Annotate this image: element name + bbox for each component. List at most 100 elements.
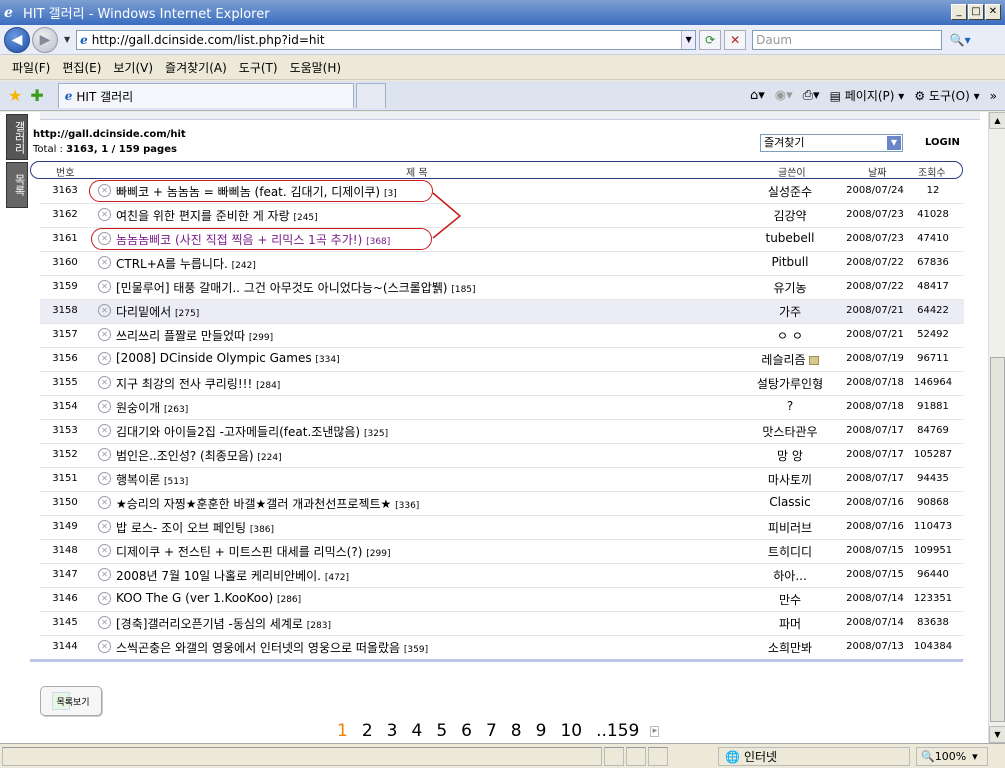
menu-favorites[interactable]: 즐겨찾기(A) (159, 59, 233, 76)
menu-view[interactable]: 보기(V) (107, 59, 159, 76)
tools-menu[interactable]: ⚙ 도구(O) ▾ (914, 87, 979, 104)
row-title: ★승리의 자찡★훈훈한 바갤★갤러 개과천선프로젝트★ (116, 497, 392, 511)
table-row[interactable]: 3156 ✕ [2008] DCinside Olympic Games [334]… (40, 348, 964, 372)
row-author[interactable]: 트히디디 (740, 543, 840, 560)
search-icon[interactable]: 🔍▾ (945, 30, 975, 50)
table-row[interactable]: 3146 ✕ KOO The G (ver 1.KooKoo) [286] 만수 200… (40, 588, 964, 612)
security-zone[interactable]: 🌐 인터넷 (718, 747, 910, 766)
new-tab-button[interactable] (355, 83, 386, 108)
history-dropdown-icon[interactable]: ▼ (64, 35, 70, 44)
address-dropdown-icon[interactable]: ▼ (681, 30, 696, 49)
list-view-button[interactable]: 목록보기 (40, 686, 102, 716)
row-title-link[interactable]: 김대기와 아이들2집 -고자메들리(feat.조낸많음) [325] (116, 423, 388, 440)
row-title-link[interactable]: [경축]갤러리오픈기념 -동심의 세계로 [283] (116, 615, 331, 632)
table-row[interactable]: 3152 ✕ 범인은..조인성? (최종모음) [224] 망 앙 2008/07/17… (40, 444, 964, 468)
close-button[interactable]: ✕ (985, 4, 1001, 20)
page-link[interactable]: 9 (531, 721, 552, 741)
row-title-link[interactable]: 2008년 7월 10일 나홀로 케리비안베이. [472] (116, 567, 349, 584)
row-author[interactable]: 레슬리즘 (740, 351, 840, 368)
post-type-icon: ✕ (98, 640, 111, 653)
row-author[interactable]: Classic (740, 495, 840, 509)
row-author[interactable]: 소희만봐 (740, 639, 840, 656)
zoom-control[interactable]: 🔍 100% ▾ (916, 747, 988, 766)
forward-button[interactable]: ▶ (32, 26, 58, 53)
maximize-button[interactable]: □ (968, 4, 984, 20)
row-title-link[interactable]: KOO The G (ver 1.KooKoo) [286] (116, 591, 301, 605)
page-icon: e (80, 32, 88, 47)
row-author[interactable]: 유기농 (740, 279, 840, 296)
page-link[interactable]: 6 (456, 721, 477, 741)
row-author[interactable]: 가주 (740, 303, 840, 320)
page-link[interactable]: 4 (406, 721, 427, 741)
table-row[interactable]: 3147 ✕ 2008년 7월 10일 나홀로 케리비안베이. [472] 하아...… (40, 564, 964, 588)
table-row[interactable]: 3159 ✕ [민물루어] 태풍 갈매기.. 그건 아무것도 아니었다능~(스크롤압… (40, 276, 964, 300)
table-row[interactable]: 3155 ✕ 지구 최강의 전사 쿠리링!!! [284] 설탕가루인형 2008/07… (40, 372, 964, 396)
page-link[interactable]: 3 (382, 721, 403, 741)
page-link[interactable]: 5 (431, 721, 452, 741)
search-input[interactable]: Daum (752, 29, 943, 50)
row-title-link[interactable]: ★승리의 자찡★훈훈한 바갤★갤러 개과천선프로젝트★ [336] (116, 495, 419, 512)
row-title-link[interactable]: [민물루어] 태풍 갈매기.. 그건 아무것도 아니었다능~(스크롤압뷁) [1… (116, 279, 476, 296)
table-row[interactable]: 3144 ✕ 스씩곤충은 와갤의 영웅에서 인터넷의 영웅으로 떠올랐음 [359]… (40, 636, 964, 660)
refresh-button[interactable]: ⟳ (699, 29, 722, 50)
row-author[interactable]: ? (740, 399, 840, 413)
feeds-icon[interactable]: ◉▾ (775, 88, 793, 103)
menu-tools[interactable]: 도구(T) (233, 59, 284, 76)
page-link[interactable]: 7 (481, 721, 502, 741)
row-author[interactable]: 피비러브 (740, 519, 840, 536)
row-title-link[interactable]: 다리밑에서 [275] (116, 303, 199, 320)
row-title-link[interactable]: 원숭이개 [263] (116, 399, 188, 416)
row-author[interactable]: 마사토끼 (740, 471, 840, 488)
menu-file[interactable]: 파일(F) (6, 59, 56, 76)
table-row[interactable]: 3154 ✕ 원숭이개 [263]? 2008/07/18 91881 (40, 396, 964, 420)
row-title-link[interactable]: 범인은..조인성? (최종모음) [224] (116, 447, 282, 464)
add-favorite-icon[interactable]: ✚ (30, 86, 43, 105)
table-row[interactable]: 3148 ✕ 디제이쿠 + 전스틴 + 미트스핀 대세를 리믹스(?) [299] 트… (40, 540, 964, 564)
stop-button[interactable]: ✕ (724, 29, 747, 50)
row-title-link[interactable]: 디제이쿠 + 전스틴 + 미트스핀 대세를 리믹스(?) [299] (116, 543, 390, 560)
table-row[interactable]: 3153 ✕ 김대기와 아이들2집 -고자메들리(feat.조낸많음) [325] 맛… (40, 420, 964, 444)
scroll-down-icon[interactable]: ▼ (989, 726, 1005, 743)
row-author[interactable]: ㅇ ㅇ (740, 327, 840, 344)
row-author[interactable]: 설탕가루인형 (740, 375, 840, 392)
row-author[interactable]: 만수 (740, 591, 840, 608)
row-title: 다리밑에서 (116, 305, 172, 319)
table-row[interactable]: 3150 ✕ ★승리의 자찡★훈훈한 바갤★갤러 개과천선프로젝트★ [336] Cl… (40, 492, 964, 516)
page-link[interactable]: 1 (332, 721, 353, 741)
print-icon[interactable]: ⎙▾ (803, 88, 820, 103)
row-title-link[interactable]: 행복이론 [513] (116, 471, 188, 488)
scroll-thumb[interactable] (990, 357, 1005, 722)
table-row[interactable]: 3151 ✕ 행복이론 [513] 마사토끼 2008/07/17 94435 (40, 468, 964, 492)
row-author[interactable]: 파머 (740, 615, 840, 632)
chevron-more-icon[interactable]: » (990, 89, 997, 103)
table-row[interactable]: 3149 ✕ 밥 로스- 조이 오브 페인팅 [386] 피비러브 2008/07/16… (40, 516, 964, 540)
page-link[interactable]: 8 (506, 721, 527, 741)
table-row[interactable]: 3145 ✕ [경축]갤러리오픈기념 -동심의 세계로 [283] 파머 2008/07… (40, 612, 964, 636)
row-author[interactable]: 맛스타관우 (740, 423, 840, 440)
address-bar[interactable]: e http://gall.dcinside.com/list.php?id=h… (76, 29, 697, 50)
page-link[interactable]: ..159 (591, 721, 644, 741)
row-title-link[interactable]: 스씩곤충은 와갤의 영웅에서 인터넷의 영웅으로 떠올랐음 [359] (116, 639, 428, 656)
window-controls: _ □ ✕ (951, 4, 1001, 20)
minimize-button[interactable]: _ (951, 4, 967, 20)
page-menu[interactable]: ▤ 페이지(P) ▾ (830, 87, 905, 104)
row-author[interactable]: 하아... (740, 567, 840, 584)
table-row[interactable]: 3157 ✕ 쓰리쓰리 플짤로 만들었따 [299] ㅇ ㅇ 2008/07/21 524… (40, 324, 964, 348)
home-icon[interactable]: ⌂▾ (750, 88, 765, 103)
menu-edit[interactable]: 편집(E) (56, 59, 107, 76)
scroll-up-icon[interactable]: ▲ (989, 112, 1005, 129)
page-link[interactable]: 2 (357, 721, 378, 741)
tab-hit-gallery[interactable]: e HIT 갤러리 (57, 83, 354, 108)
next-page-icon[interactable]: ▸ (650, 725, 660, 737)
back-button[interactable]: ◀ (4, 26, 30, 53)
favorites-star-icon[interactable]: ★ (8, 86, 22, 105)
row-author[interactable]: 망 앙 (740, 447, 840, 464)
vertical-scrollbar[interactable]: ▲ ▼ (988, 112, 1005, 743)
table-row[interactable]: 3158 ✕ 다리밑에서 [275] 가주 2008/07/21 64422 (40, 300, 964, 324)
menu-help[interactable]: 도움말(H) (284, 59, 348, 76)
row-title-link[interactable]: 밥 로스- 조이 오브 페인팅 [386] (116, 519, 274, 536)
row-title-link[interactable]: 쓰리쓰리 플짤로 만들었따 [299] (116, 327, 273, 344)
page-link[interactable]: 10 (555, 721, 587, 741)
row-title-link[interactable]: [2008] DCinside Olympic Games [334] (116, 351, 340, 365)
row-title-link[interactable]: 지구 최강의 전사 쿠리링!!! [284] (116, 375, 280, 392)
